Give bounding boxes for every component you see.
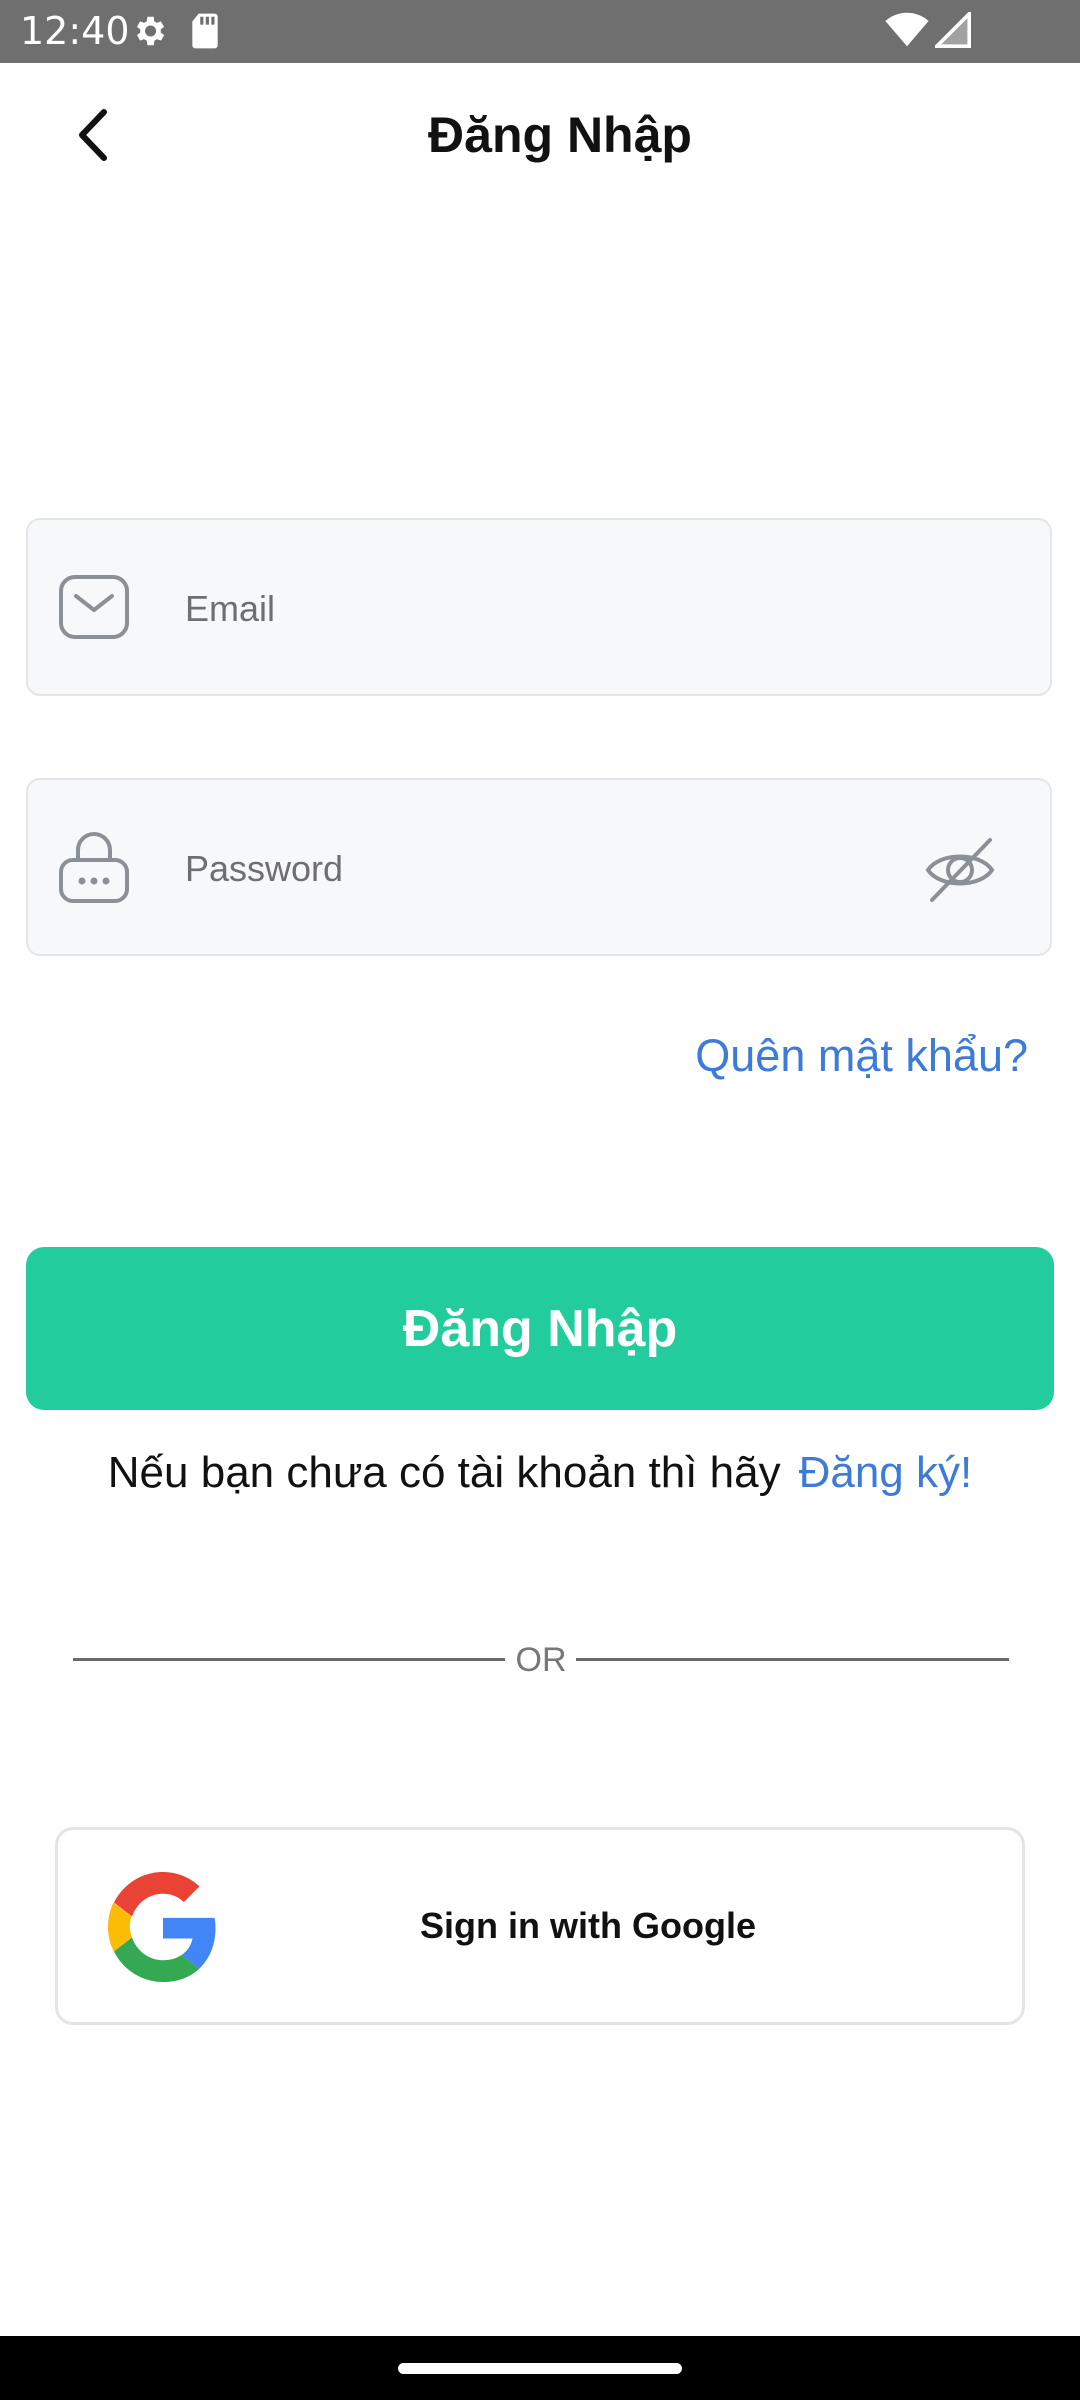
signup-link[interactable]: Đăng ký! [799, 1448, 973, 1497]
or-divider: OR [73, 1640, 1009, 1680]
mail-icon [58, 574, 130, 645]
settings-icon [130, 12, 168, 55]
toggle-password-visibility-button[interactable] [920, 830, 1000, 910]
login-button[interactable]: Đăng Nhập [26, 1247, 1054, 1410]
google-signin-button[interactable]: Sign in with Google [55, 1827, 1025, 2025]
password-field[interactable] [26, 778, 1052, 956]
sd-card-icon [188, 12, 222, 55]
eye-off-icon [925, 838, 995, 902]
signup-row: Nếu bạn chưa có tài khoản thì hãy Đăng ký… [0, 1442, 1080, 1504]
email-field[interactable] [26, 518, 1052, 696]
google-signin-label: Sign in with Google [420, 1905, 756, 1946]
password-input[interactable] [183, 820, 887, 918]
forgot-password-link[interactable]: Quên mật khẩu? [695, 1028, 1028, 1084]
signal-icon [932, 9, 971, 53]
status-bar: 12:40 [0, 0, 1080, 63]
status-time: 12:40 [20, 9, 130, 53]
home-gesture-handle[interactable] [398, 2363, 682, 2374]
lock-icon [58, 830, 130, 909]
signup-prompt: Nếu bạn chưa có tài khoản thì hãy [107, 1448, 781, 1497]
email-input[interactable] [183, 560, 887, 658]
wifi-icon [885, 12, 929, 53]
divider-line-right [576, 1658, 1009, 1661]
page-title: Đăng Nhập [428, 107, 692, 163]
